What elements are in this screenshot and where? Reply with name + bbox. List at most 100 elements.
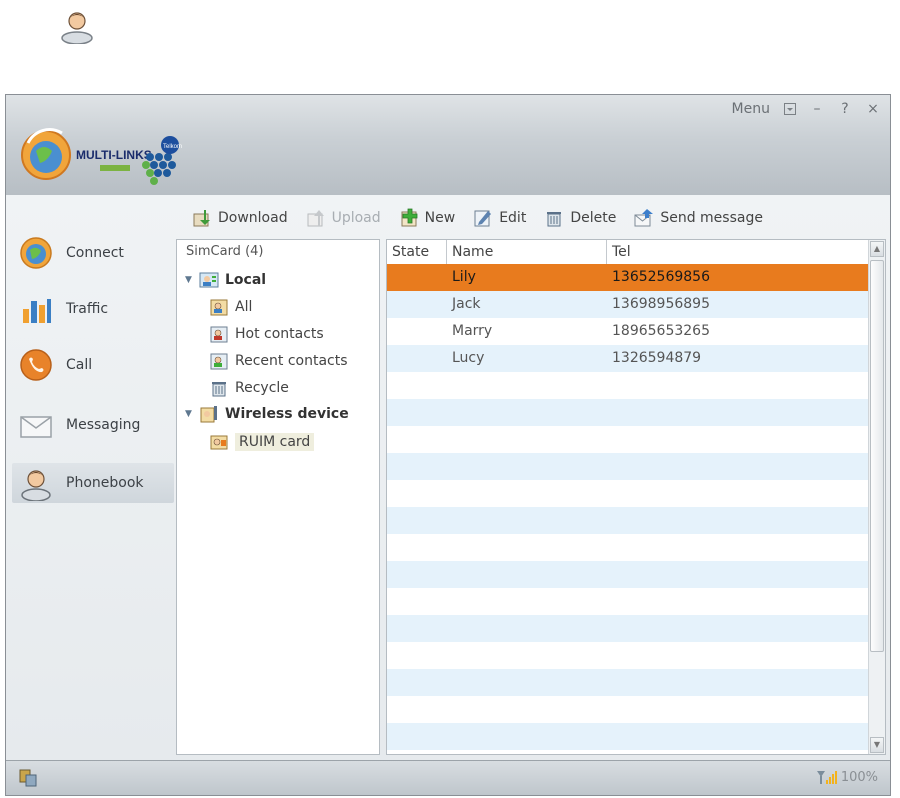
- empty-row: [387, 723, 869, 750]
- device-status-icon[interactable]: [18, 768, 38, 788]
- menu-button[interactable]: Menu: [732, 101, 770, 117]
- person-icon: [21, 470, 51, 501]
- tree-group-local[interactable]: ▼ Local: [185, 268, 266, 292]
- title-bar: MULTI-LINKS Telkom Menu – ? ×: [6, 95, 890, 195]
- signal-percentage: 100%: [840, 769, 878, 785]
- cell-state: [387, 345, 447, 372]
- new-contact-icon: [401, 208, 418, 227]
- new-button[interactable]: New: [399, 208, 456, 228]
- expand-arrow-icon[interactable]: ▼: [185, 275, 195, 285]
- cell-name: Lucy: [452, 350, 485, 366]
- bar-chart-icon: [23, 299, 51, 323]
- column-header-tel[interactable]: Tel: [607, 240, 869, 264]
- upload-button[interactable]: Upload: [306, 208, 381, 228]
- tree-label-hot-contacts: Hot contacts: [235, 326, 324, 342]
- tree-header: SimCard (4): [186, 244, 264, 259]
- sidebar-item-call[interactable]: Call: [12, 345, 174, 385]
- sidebar-label-call: Call: [66, 357, 93, 373]
- upload-label: Upload: [331, 210, 381, 226]
- multi-links-logo: MULTI-LINKS Telkom: [18, 121, 228, 191]
- contact-folder-tree: SimCard (4) ▼ Local All Hot contacts Rec…: [176, 239, 380, 755]
- tree-item-all[interactable]: All: [209, 295, 252, 319]
- cell-tel: 13698956895: [612, 296, 710, 312]
- column-header-name[interactable]: Name: [447, 240, 607, 264]
- sidebar-label-messaging: Messaging: [66, 417, 141, 433]
- sidebar-item-traffic[interactable]: Traffic: [12, 289, 174, 329]
- cell-name: Jack: [452, 296, 481, 312]
- tree-item-ruim-card[interactable]: RUIM card: [209, 430, 315, 454]
- sidebar: Connect Traffic Call Messaging Phonebook: [6, 195, 176, 761]
- expand-arrow-icon[interactable]: ▼: [185, 409, 195, 419]
- download-label: Download: [218, 210, 288, 226]
- envelope-icon: [20, 416, 52, 438]
- tree-item-recent-contacts[interactable]: Recent contacts: [209, 349, 348, 373]
- vertical-scrollbar[interactable]: ▲ ▼: [868, 240, 885, 754]
- edit-icon: [474, 210, 492, 227]
- column-header-state[interactable]: State: [387, 240, 447, 264]
- status-bar: 100%: [6, 760, 890, 795]
- scroll-down-icon[interactable]: ▼: [870, 737, 884, 753]
- new-label: New: [424, 210, 456, 226]
- download-button[interactable]: Download: [192, 208, 288, 228]
- cell-state: [387, 291, 447, 318]
- sidebar-item-messaging[interactable]: Messaging: [12, 405, 174, 445]
- send-message-button[interactable]: Send message: [634, 208, 763, 228]
- table-row[interactable]: Lucy 1326594879: [387, 345, 869, 372]
- user-avatar-icon: [61, 12, 93, 44]
- signal-indicator: 100%: [816, 769, 878, 785]
- hot-contacts-icon: [210, 326, 228, 343]
- help-button[interactable]: ?: [838, 101, 852, 117]
- empty-row: [387, 426, 869, 453]
- scroll-up-icon[interactable]: ▲: [870, 241, 884, 257]
- empty-row: [387, 372, 869, 399]
- sidebar-label-traffic: Traffic: [66, 301, 109, 317]
- cell-tel: 1326594879: [612, 350, 702, 366]
- sidebar-label-phonebook: Phonebook: [66, 475, 144, 491]
- ruim-card-icon: [210, 435, 228, 450]
- tree-item-hot-contacts[interactable]: Hot contacts: [209, 322, 324, 346]
- empty-row: [387, 480, 869, 507]
- contacts-folder-icon: [199, 272, 219, 288]
- table-row[interactable]: Lily 13652569856: [387, 264, 869, 291]
- cell-name: Lily: [452, 269, 476, 285]
- globe-icon: [20, 237, 52, 269]
- empty-row: [387, 696, 869, 723]
- tree-label-recent-contacts: Recent contacts: [235, 353, 348, 369]
- cell-tel: 18965653265: [612, 323, 710, 339]
- menu-dropdown-icon[interactable]: [784, 103, 796, 115]
- table-row[interactable]: Marry 18965653265: [387, 318, 869, 345]
- empty-row: [387, 534, 869, 561]
- empty-row: [387, 561, 869, 588]
- empty-row: [387, 453, 869, 480]
- empty-row: [387, 588, 869, 615]
- send-message-icon: [634, 209, 654, 227]
- edit-button[interactable]: Edit: [473, 208, 526, 228]
- toolbar: Download Upload New Edit Delete Send mes…: [192, 203, 763, 233]
- edit-label: Edit: [499, 210, 527, 226]
- wireless-device-icon: [200, 406, 217, 423]
- empty-row: [387, 399, 869, 426]
- sidebar-item-connect[interactable]: Connect: [12, 233, 174, 273]
- empty-row: [387, 615, 869, 642]
- delete-button[interactable]: Delete: [544, 208, 616, 228]
- minimize-button[interactable]: –: [810, 101, 824, 117]
- table-body: Lily 13652569856 Jack 13698956895 Marry …: [387, 264, 869, 750]
- trash-icon: [547, 212, 562, 227]
- empty-row: [387, 642, 869, 669]
- empty-row: [387, 669, 869, 696]
- phone-icon: [20, 349, 52, 381]
- scroll-thumb[interactable]: [870, 260, 884, 652]
- upload-icon: [307, 210, 324, 227]
- recent-contacts-icon: [210, 353, 228, 370]
- download-icon: [193, 210, 210, 227]
- signal-strength-icon: [816, 771, 837, 784]
- tree-group-wireless-device[interactable]: ▼ Wireless device: [185, 402, 349, 426]
- tree-item-recycle[interactable]: Recycle: [209, 376, 289, 400]
- logo-partner-text: Telkom: [163, 144, 182, 150]
- tree-label-recycle: Recycle: [235, 380, 289, 396]
- table-row[interactable]: Jack 13698956895: [387, 291, 869, 318]
- close-button[interactable]: ×: [866, 101, 880, 117]
- delete-label: Delete: [570, 210, 617, 226]
- sidebar-label-connect: Connect: [66, 245, 124, 261]
- sidebar-item-phonebook[interactable]: Phonebook: [12, 463, 174, 503]
